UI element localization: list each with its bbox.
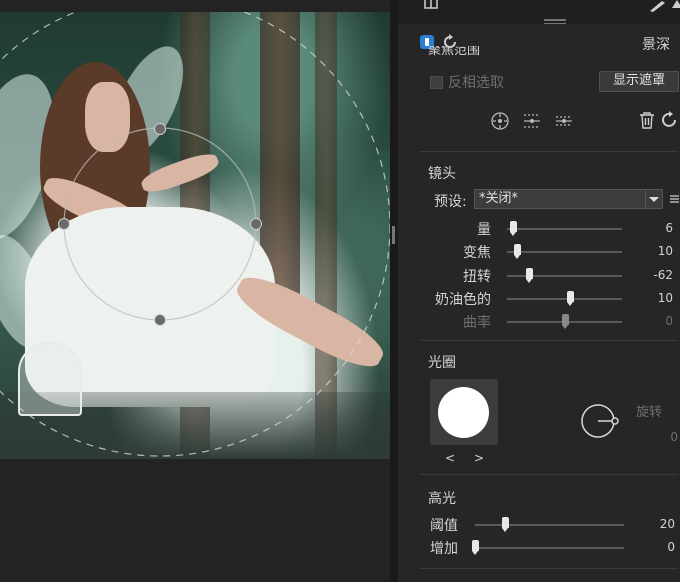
slider-track[interactable] [507,251,622,254]
slider-label: 曲率 [463,315,491,332]
show-mask-button[interactable]: 显示遮罩 [599,71,679,92]
menu-icon[interactable] [669,194,680,204]
slider-thumb[interactable] [514,244,522,260]
reset-tool-icon[interactable] [661,111,679,129]
invert-selection-label: 反相选取 [448,75,504,91]
slider-label: 阈值 [430,518,458,534]
focus-handle-bottom[interactable] [154,314,166,326]
slider-row: 变焦 10 [398,242,680,262]
preset-label: 预设: [434,194,467,210]
slider-row: 增加 0 [398,538,680,558]
panel-title: 景深 [642,37,670,53]
line-tool-icon[interactable] [554,112,574,130]
slider-thumb[interactable] [509,221,517,236]
aperture-circle-icon [438,387,489,438]
preset-value: *关闭* [479,191,519,206]
slider-value: -62 [653,267,673,282]
slider-label: 增加 [430,541,458,557]
slider-track[interactable] [507,228,622,230]
aperture-shape-preview[interactable] [430,379,498,445]
slider-thumb[interactable] [561,314,569,330]
focus-handle-right[interactable] [250,218,262,230]
slider-track[interactable] [507,297,622,300]
slider-thumb[interactable] [525,267,533,283]
invert-selection-checkbox[interactable] [430,76,443,89]
aperture-next-button[interactable]: > [474,451,484,465]
slider-row: 曲率 0 [398,312,680,332]
slider-label: 扭转 [463,268,491,285]
focus-handle-top[interactable] [154,123,166,135]
divider [420,568,678,569]
aperture-prev-button[interactable]: < [445,451,455,465]
slider-row: 量6 [398,219,680,239]
layers-icon[interactable] [424,0,438,10]
slider-value: 10 [657,290,673,305]
slider-row: 奶油色的 10 [398,289,680,309]
slider-row: 扭转 -62 [398,266,680,286]
slider-track[interactable] [507,274,622,277]
slider-row: 阈值 20 [398,515,680,535]
brush-icon[interactable] [648,0,668,12]
rotate-label: 旋转 [636,405,663,420]
move-target-icon[interactable] [490,111,510,131]
highlights-section-title: 高光 [428,491,456,507]
slider-track[interactable] [475,547,624,549]
slider-value: 0 [665,314,673,329]
slider-thumb[interactable] [567,290,575,306]
slider-value: 10 [657,244,673,259]
divider [420,340,678,341]
slider-value: 6 [665,221,673,235]
slider-label: 量 [477,222,491,238]
slider-track[interactable] [475,524,624,526]
preset-dropdown[interactable]: *关闭* [474,189,663,209]
divider [420,151,678,152]
divider [420,474,678,475]
panel-splitter[interactable] [390,0,398,582]
settings-panel: 景深 聚焦范围 反相选取 显示遮罩 镜头 预设: *关闭* 量6变焦10 [398,0,680,582]
rotation-dial[interactable] [580,402,624,442]
slider-label: 变焦 [463,245,491,262]
panel-top-strip [398,0,680,24]
focus-handle-left[interactable] [58,218,70,230]
trash-icon[interactable] [639,111,655,129]
slider-value: 0 [667,540,675,554]
aperture-section-title: 光圈 [428,355,456,371]
chevron-down-icon[interactable] [645,190,662,208]
partial-section-title: 聚焦范围 [428,46,481,58]
collapse-icon[interactable] [672,0,680,8]
image-canvas[interactable] [0,0,390,582]
photo[interactable] [0,12,390,459]
linear-gradient-icon[interactable] [522,112,542,130]
slider-thumb[interactable] [501,517,509,532]
drag-handle[interactable] [544,19,566,21]
rotate-value: 0 [670,430,678,444]
focus-overlay[interactable] [0,12,390,459]
lens-section-title: 镜头 [428,166,456,182]
slider-thumb[interactable] [472,540,479,555]
slider-value: 20 [659,517,675,531]
slider-label: 奶油色的 [435,291,491,308]
